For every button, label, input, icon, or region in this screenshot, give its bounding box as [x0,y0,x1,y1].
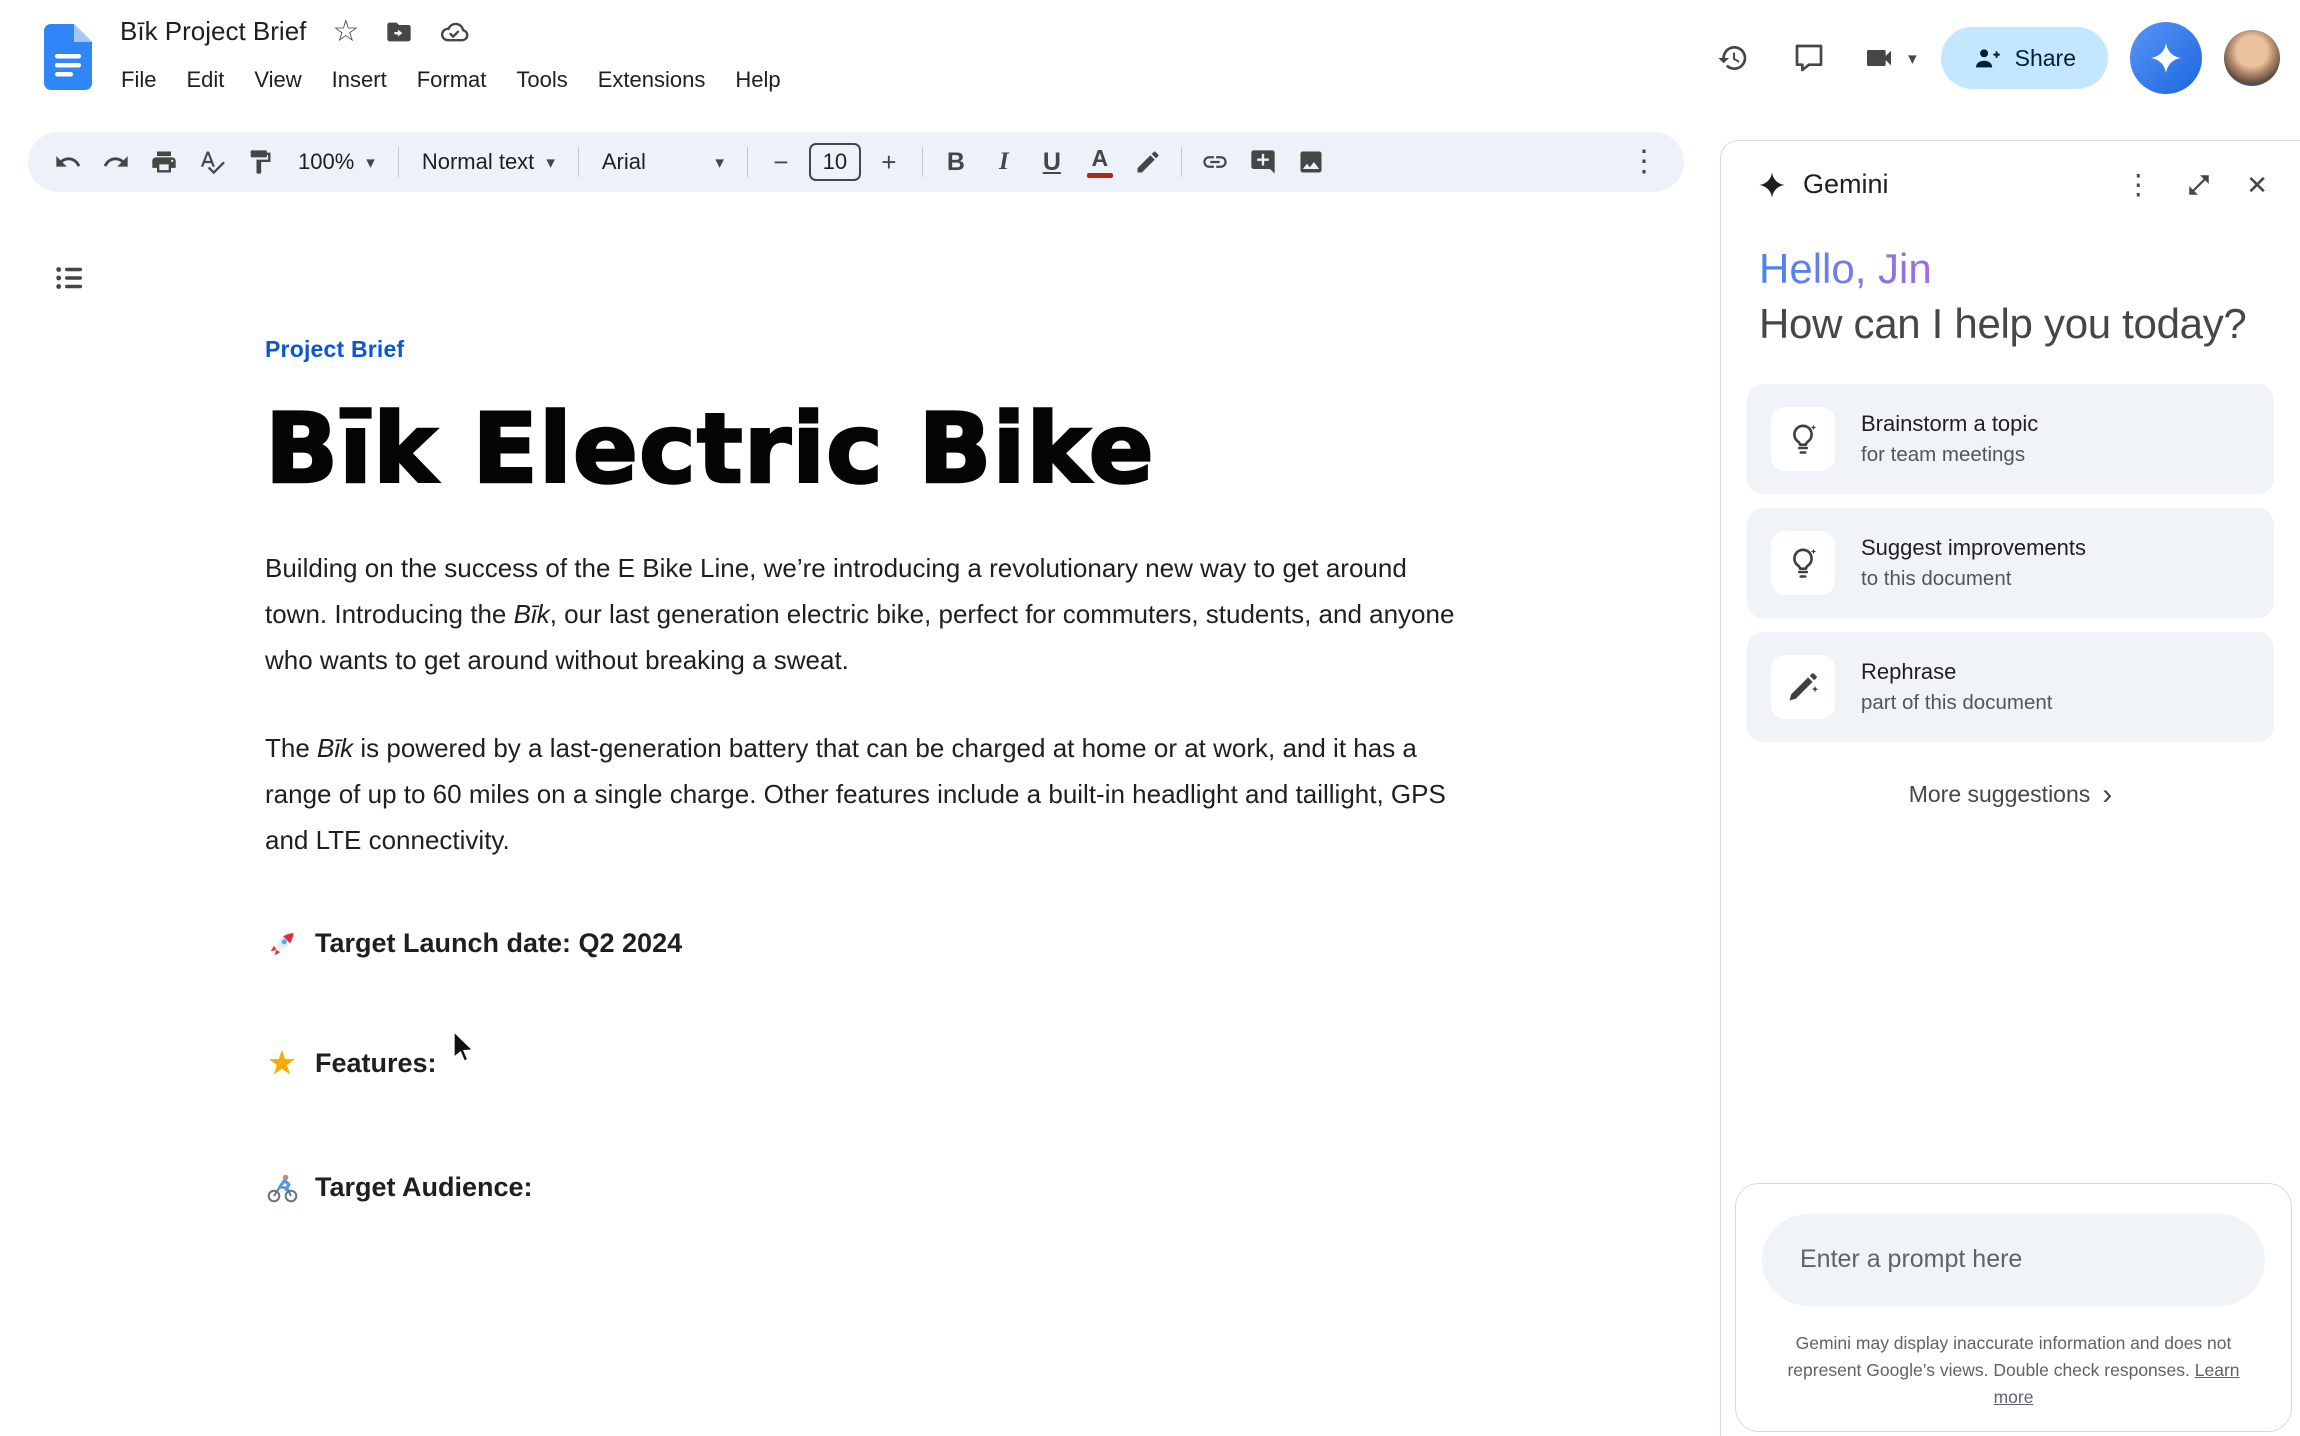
bold-button[interactable]: B [932,138,980,186]
more-suggestions-link[interactable]: More suggestions › [1721,780,2300,810]
suggestion-card-improvements[interactable]: Suggest improvements to this document [1747,508,2274,618]
suggestion-card-brainstorm[interactable]: Brainstorm a topic for team meetings [1747,384,2274,494]
gemini-sparkle-icon [1757,170,1787,200]
suggestion-subtitle: part of this document [1861,691,2052,715]
lightbulb-icon [1771,531,1835,595]
doc-eyebrow: Project Brief [265,336,1475,363]
toolbar-separator [578,147,579,177]
toolbar-separator [1181,147,1182,177]
close-panel-icon[interactable]: ✕ [2246,172,2268,198]
italic-button[interactable]: I [980,138,1028,186]
move-folder-icon[interactable] [385,18,413,46]
underline-button[interactable]: U [1028,138,1076,186]
gemini-greeting-question: How can I help you today? [1759,300,2262,348]
print-button[interactable] [140,138,188,186]
prompt-area: Gemini may display inaccurate informatio… [1735,1183,2292,1432]
cloud-saved-icon[interactable] [439,17,469,47]
docs-logo-icon[interactable] [44,24,92,90]
meet-video-button[interactable]: ▾ [1856,29,1917,87]
cyclist-emoji-icon [265,1171,299,1205]
gemini-side-panel: Gemini ⋮ ✕ Hello, Jin How can I help you… [1720,140,2300,1436]
paragraph-style-value: Normal text [422,149,534,175]
rocket-emoji-icon [265,927,299,961]
expand-panel-icon[interactable] [2186,172,2212,198]
toolbar-more-options-button[interactable]: ⋮ [1620,138,1668,186]
add-comment-button[interactable] [1239,138,1287,186]
doc-heading: Bīk Electric Bike [265,397,1475,503]
paint-format-button[interactable] [236,138,284,186]
chevron-down-icon: ▾ [366,154,375,171]
toolbar-separator [398,147,399,177]
chevron-right-icon: › [2102,780,2112,810]
doc-line-features: ★ Features: [265,1047,1475,1081]
suggestion-card-rephrase[interactable]: Rephrase part of this document [1747,632,2274,742]
chevron-down-icon: ▾ [1908,50,1917,67]
menu-format[interactable]: Format [402,62,502,98]
font-family-select[interactable]: Arial ▾ [588,138,738,186]
menu-bar: File Edit View Insert Format Tools Exten… [106,62,796,98]
gemini-panel-title: Gemini [1803,169,1889,200]
suggestion-title: Suggest improvements [1861,535,2086,561]
user-avatar[interactable] [2224,30,2280,86]
font-size-input[interactable] [809,143,861,181]
toolbar-separator [922,147,923,177]
doc-line-target-audience: Target Audience: [265,1171,1475,1205]
text-color-icon: A [1087,147,1113,178]
menu-edit[interactable]: Edit [171,62,239,98]
menu-view[interactable]: View [239,62,316,98]
highlighter-icon [1134,148,1162,176]
zoom-select[interactable]: 100% ▾ [284,138,389,186]
gemini-disclaimer: Gemini may display inaccurate informatio… [1762,1330,2265,1411]
chevron-down-icon: ▾ [546,154,555,171]
suggestion-subtitle: to this document [1861,567,2086,591]
decrease-font-size-button[interactable]: − [757,138,805,186]
text-color-button[interactable]: A [1076,138,1124,186]
menu-help[interactable]: Help [720,62,795,98]
editor-toolbar: 100% ▾ Normal text ▾ Arial ▾ − + B I U A [28,132,1684,192]
comments-icon[interactable] [1780,29,1838,87]
video-camera-icon [1856,29,1902,87]
paragraph-style-select[interactable]: Normal text ▾ [408,138,569,186]
suggestion-title: Rephrase [1861,659,2052,685]
highlight-color-button[interactable] [1124,138,1172,186]
favorite-star-icon[interactable]: ☆ [332,17,359,47]
gemini-sparkle-icon [2148,40,2184,76]
insert-link-button[interactable] [1191,138,1239,186]
suggestion-list: Brainstorm a topic for team meetings Sug… [1747,384,2274,742]
menu-insert[interactable]: Insert [317,62,402,98]
redo-button[interactable] [92,138,140,186]
star-emoji-icon: ★ [265,1047,299,1081]
document-outline-icon[interactable] [46,254,94,302]
spellcheck-button[interactable] [188,138,236,186]
undo-button[interactable] [44,138,92,186]
version-history-icon[interactable] [1704,29,1762,87]
menu-file[interactable]: File [106,62,171,98]
suggestion-title: Brainstorm a topic [1861,411,2038,437]
lightbulb-icon [1771,407,1835,471]
share-button[interactable]: Share [1941,27,2108,89]
font-family-value: Arial [602,149,646,175]
panel-more-menu-icon[interactable]: ⋮ [2124,171,2152,199]
zoom-value: 100% [298,149,354,175]
increase-font-size-button[interactable]: + [865,138,913,186]
menu-tools[interactable]: Tools [501,62,582,98]
doc-line-launch-date: Target Launch date: Q2 2024 [265,927,1475,961]
doc-paragraph: Building on the success of the E Bike Li… [265,545,1475,683]
toolbar-separator [747,147,748,177]
chevron-down-icon: ▾ [715,154,724,171]
insert-image-button[interactable] [1287,138,1335,186]
document-canvas[interactable]: Project Brief Bīk Electric Bike Building… [265,336,1475,1205]
gemini-launcher-button[interactable] [2130,22,2202,94]
share-people-icon [1973,44,2001,72]
more-suggestions-label: More suggestions [1909,781,2091,808]
app-header: Bīk Project Brief ☆ File Edit View Inser… [0,0,2300,130]
document-title[interactable]: Bīk Project Brief [120,16,306,47]
suggestion-subtitle: for team meetings [1861,443,2038,467]
doc-paragraph: The Bīk is powered by a last-generation … [265,725,1475,863]
share-label: Share [2015,45,2076,72]
menu-extensions[interactable]: Extensions [583,62,721,98]
gemini-greeting: Hello, Jin [1759,242,1932,296]
prompt-input[interactable] [1762,1214,2265,1306]
magic-pen-icon [1771,655,1835,719]
